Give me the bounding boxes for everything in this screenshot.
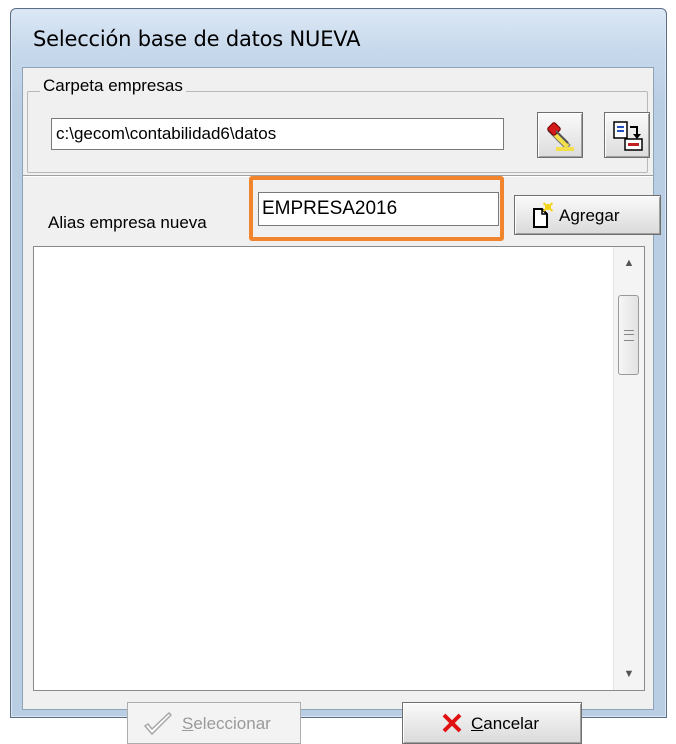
company-list[interactable]: ▲ ▼ — [33, 246, 645, 691]
export-button[interactable] — [604, 112, 650, 158]
add-button[interactable]: Agregar — [514, 195, 661, 235]
new-document-icon — [533, 202, 554, 228]
alias-input[interactable]: EMPRESA2016 — [258, 192, 499, 226]
flashlight-icon — [547, 122, 574, 151]
folder-path-input[interactable]: c:\gecom\contabilidad6\datos — [51, 118, 504, 150]
list-scrollbar[interactable]: ▲ ▼ — [613, 247, 644, 690]
add-button-label: Agregar — [559, 206, 620, 225]
alias-label: Alias empresa nueva — [48, 213, 207, 232]
scroll-up-arrow-icon[interactable]: ▲ — [614, 251, 644, 275]
window-title: Selección base de datos NUEVA — [33, 27, 361, 51]
dialog-client-area: Carpeta empresas c:\gecom\contabilidad6\… — [22, 67, 661, 744]
close-icon — [442, 713, 462, 733]
title-bar[interactable]: Selección base de datos NUEVA — [11, 9, 666, 71]
dialog-window: Selección base de datos NUEVA Carpeta em… — [10, 8, 667, 744]
scroll-down-arrow-icon[interactable]: ▼ — [614, 662, 644, 686]
copy-export-icon — [613, 121, 643, 151]
browse-folder-button[interactable] — [537, 112, 583, 158]
folder-group-label: Carpeta empresas — [40, 76, 186, 96]
grip-icon — [624, 330, 634, 341]
select-button-label: Seleccionar — [182, 714, 271, 733]
checkmark-icon — [143, 712, 173, 736]
select-button[interactable]: Seleccionar — [127, 702, 301, 744]
cancel-button[interactable]: Cancelar — [402, 702, 582, 744]
scrollbar-thumb[interactable] — [618, 295, 639, 375]
cancel-button-label: Cancelar — [471, 714, 540, 733]
